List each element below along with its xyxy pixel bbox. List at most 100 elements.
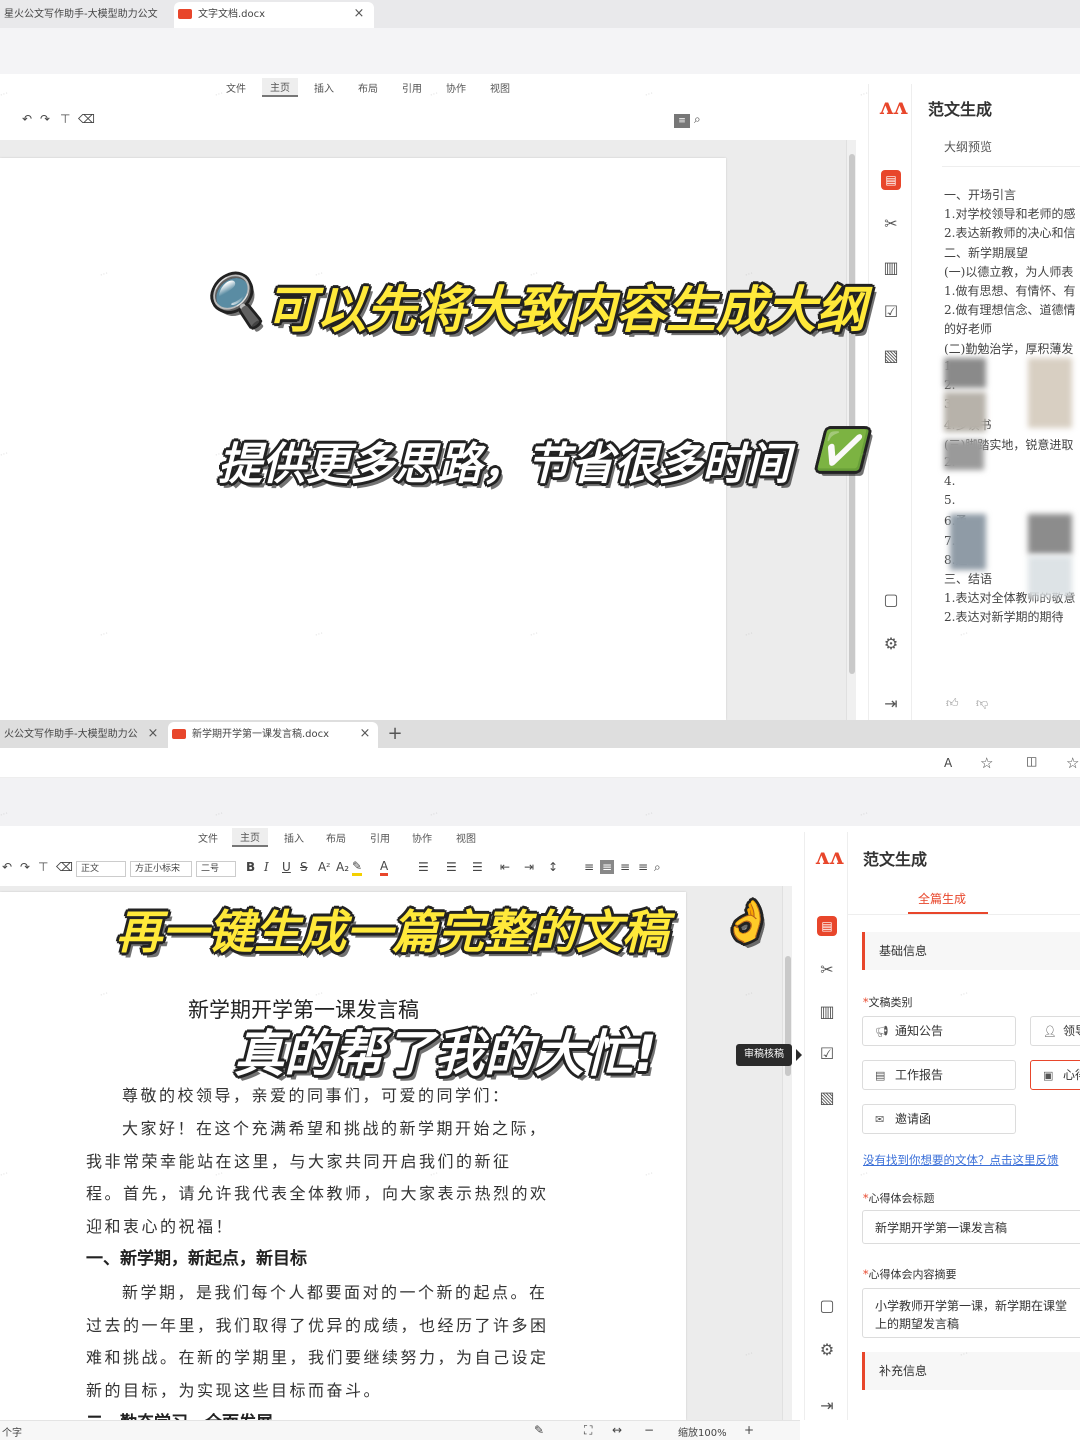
tab-full-generate[interactable]: 全篇生成 — [918, 890, 966, 907]
thumbs-up-icon[interactable]: 👍︎ — [946, 696, 959, 711]
template-icon[interactable]: ▧ — [881, 346, 901, 366]
menu-home[interactable]: 主页 — [262, 78, 298, 97]
align-justify-icon[interactable]: ≡ — [638, 860, 648, 874]
scrollbar-thumb[interactable] — [849, 154, 855, 674]
font-color-icon[interactable]: A — [380, 860, 389, 876]
menu-collaborate[interactable]: 协作 — [412, 830, 432, 845]
menu-reference[interactable]: 引用 — [402, 80, 422, 95]
menu-layout[interactable]: 布局 — [326, 830, 346, 845]
menu-file[interactable]: 文件 — [226, 80, 246, 95]
format-painter-icon[interactable]: ⊤ — [60, 112, 70, 126]
tools-icon[interactable]: ✂ — [881, 214, 901, 234]
close-tab-icon[interactable]: × — [144, 722, 162, 746]
menu-collaborate[interactable]: 协作 — [446, 80, 466, 95]
thumbs-down-icon[interactable]: 👎︎ — [976, 696, 988, 711]
bullet-list-icon[interactable]: ☰ — [418, 860, 429, 874]
doc-type-leader[interactable]: 👤︎领导 — [1030, 1016, 1080, 1046]
address-bar-area[interactable]: A ☆ ◫ ☆ — [0, 748, 1080, 778]
review-icon[interactable]: ☑ — [817, 1044, 837, 1064]
overlay-subheadline: 真的帮了我的大忙! — [234, 1025, 657, 1083]
menu-file[interactable]: 文件 — [198, 830, 218, 845]
new-tab-icon[interactable]: + — [386, 722, 404, 746]
undo-icon[interactable]: ↶ — [2, 860, 12, 874]
menu-view[interactable]: 视图 — [490, 80, 510, 95]
multilevel-list-icon[interactable]: ☰ — [472, 860, 483, 874]
menu-reference[interactable]: 引用 — [370, 830, 390, 845]
tab-word-document[interactable]: 文字文档.docx — [174, 2, 374, 28]
underline-button[interactable]: U — [282, 860, 291, 874]
tools-icon[interactable]: ✂ — [817, 960, 837, 980]
feedback-icon[interactable]: ▢ — [881, 590, 901, 610]
document-generate-icon[interactable]: ▤ — [817, 916, 837, 936]
strikethrough-button[interactable]: S — [300, 860, 308, 874]
redo-icon[interactable]: ↷ — [20, 860, 30, 874]
search-icon[interactable]: ⌕ — [654, 860, 661, 875]
tooltip-arrow — [796, 1049, 802, 1061]
blurred-region — [944, 392, 986, 432]
zoom-in-button[interactable]: + — [744, 1423, 754, 1437]
fit-page-icon[interactable]: ⛶ — [584, 1423, 592, 1438]
feedback-icon[interactable]: ▢ — [817, 1296, 837, 1316]
highlight-icon[interactable]: ✎ — [352, 860, 363, 876]
library-icon[interactable]: ▥ — [817, 1002, 837, 1022]
align-justify-icon[interactable]: ≡ — [674, 114, 690, 128]
font-select[interactable]: 方正小标宋 — [130, 861, 192, 877]
tab-xinghuo-assistant[interactable]: 火公文写作助手-大模型助力公 — [0, 722, 142, 748]
close-tab-icon[interactable]: × — [356, 722, 374, 746]
menu-insert[interactable]: 插入 — [314, 80, 334, 95]
outline-item: 二、新学期展望 — [944, 245, 1029, 260]
library-icon[interactable]: ▥ — [881, 258, 901, 278]
split-screen-icon[interactable]: ◫ — [1026, 754, 1037, 768]
settings-icon[interactable]: ⚙ — [817, 1340, 837, 1360]
basic-info-section: 基础信息 — [862, 932, 1080, 970]
favorite-star-icon[interactable]: ☆ — [980, 754, 993, 772]
collapse-icon[interactable]: ⇥ — [881, 694, 901, 714]
undo-icon[interactable]: ↶ — [22, 112, 32, 126]
zoom-out-button[interactable]: − — [644, 1423, 654, 1437]
exp-title-input[interactable]: 新学期开学第一课发言稿 — [862, 1210, 1080, 1244]
align-right-icon[interactable]: ≡ — [620, 860, 630, 874]
line-spacing-icon[interactable]: ↕ — [548, 860, 558, 874]
subscript-icon[interactable]: A₂ — [336, 860, 349, 874]
document-generate-icon[interactable]: ▤ — [881, 170, 901, 190]
doc-type-experience[interactable]: ▣心得 — [1030, 1060, 1080, 1090]
notebook-icon: ▣ — [1043, 1069, 1054, 1082]
font-size-select[interactable]: 二号 — [196, 861, 236, 877]
search-icon[interactable]: ⌕ — [694, 112, 701, 127]
menu-home[interactable]: 主页 — [232, 828, 268, 847]
tab-xinghuo-assistant[interactable]: 星火公文写作助手-大模型助力公文 — [0, 2, 168, 28]
menu-insert[interactable]: 插入 — [284, 830, 304, 845]
style-select[interactable]: 正文 — [76, 861, 126, 877]
doc-type-notice[interactable]: 📢︎ 通知公告 — [862, 1016, 1016, 1046]
tab-speech-document[interactable]: 新学期开学第一课发言稿.docx — [168, 722, 378, 748]
increase-indent-icon[interactable]: ⇥ — [524, 860, 534, 874]
superscript-icon[interactable]: Aᶻ — [318, 860, 331, 874]
review-icon[interactable]: ☑ — [881, 302, 901, 322]
decrease-indent-icon[interactable]: ⇤ — [500, 860, 510, 874]
template-icon[interactable]: ▧ — [817, 1088, 837, 1108]
read-aloud-icon[interactable]: A — [944, 756, 952, 770]
format-painter-icon[interactable]: ⊤ — [38, 860, 48, 874]
close-tab-icon[interactable]: × — [350, 2, 368, 26]
italic-button[interactable]: I — [264, 860, 269, 874]
collapse-icon[interactable]: ⇥ — [817, 1396, 837, 1416]
doc-type-invitation[interactable]: ✉ 邀请函 — [862, 1104, 1016, 1134]
eraser-icon[interactable]: ⌫ — [56, 860, 73, 874]
browser-chrome-gap — [0, 778, 1080, 826]
fit-width-icon[interactable]: ↔ — [612, 1423, 622, 1437]
doc-type-work-report[interactable]: ▤ 工作报告 — [862, 1060, 1016, 1090]
settings-icon[interactable]: ⚙ — [881, 634, 901, 654]
bold-button[interactable]: B — [246, 860, 255, 874]
favorites-icon[interactable]: ☆ — [1066, 754, 1079, 772]
eraser-icon[interactable]: ⌫ — [78, 112, 95, 126]
vertical-scrollbar[interactable] — [782, 886, 792, 1420]
align-center-icon[interactable]: ≡ — [600, 860, 614, 874]
redo-icon[interactable]: ↷ — [40, 112, 50, 126]
track-changes-icon[interactable]: ✎ — [534, 1423, 544, 1437]
menu-layout[interactable]: 布局 — [358, 80, 378, 95]
menu-view[interactable]: 视图 — [456, 830, 476, 845]
feedback-link[interactable]: 没有找到你想要的文体？点击这里反馈 — [863, 1152, 1059, 1168]
exp-summary-textarea[interactable]: 小学教师开学第一课，新学期在课堂上的期望发言稿 — [862, 1288, 1080, 1338]
numbered-list-icon[interactable]: ☰ — [446, 860, 457, 874]
align-left-icon[interactable]: ≡ — [584, 860, 594, 874]
